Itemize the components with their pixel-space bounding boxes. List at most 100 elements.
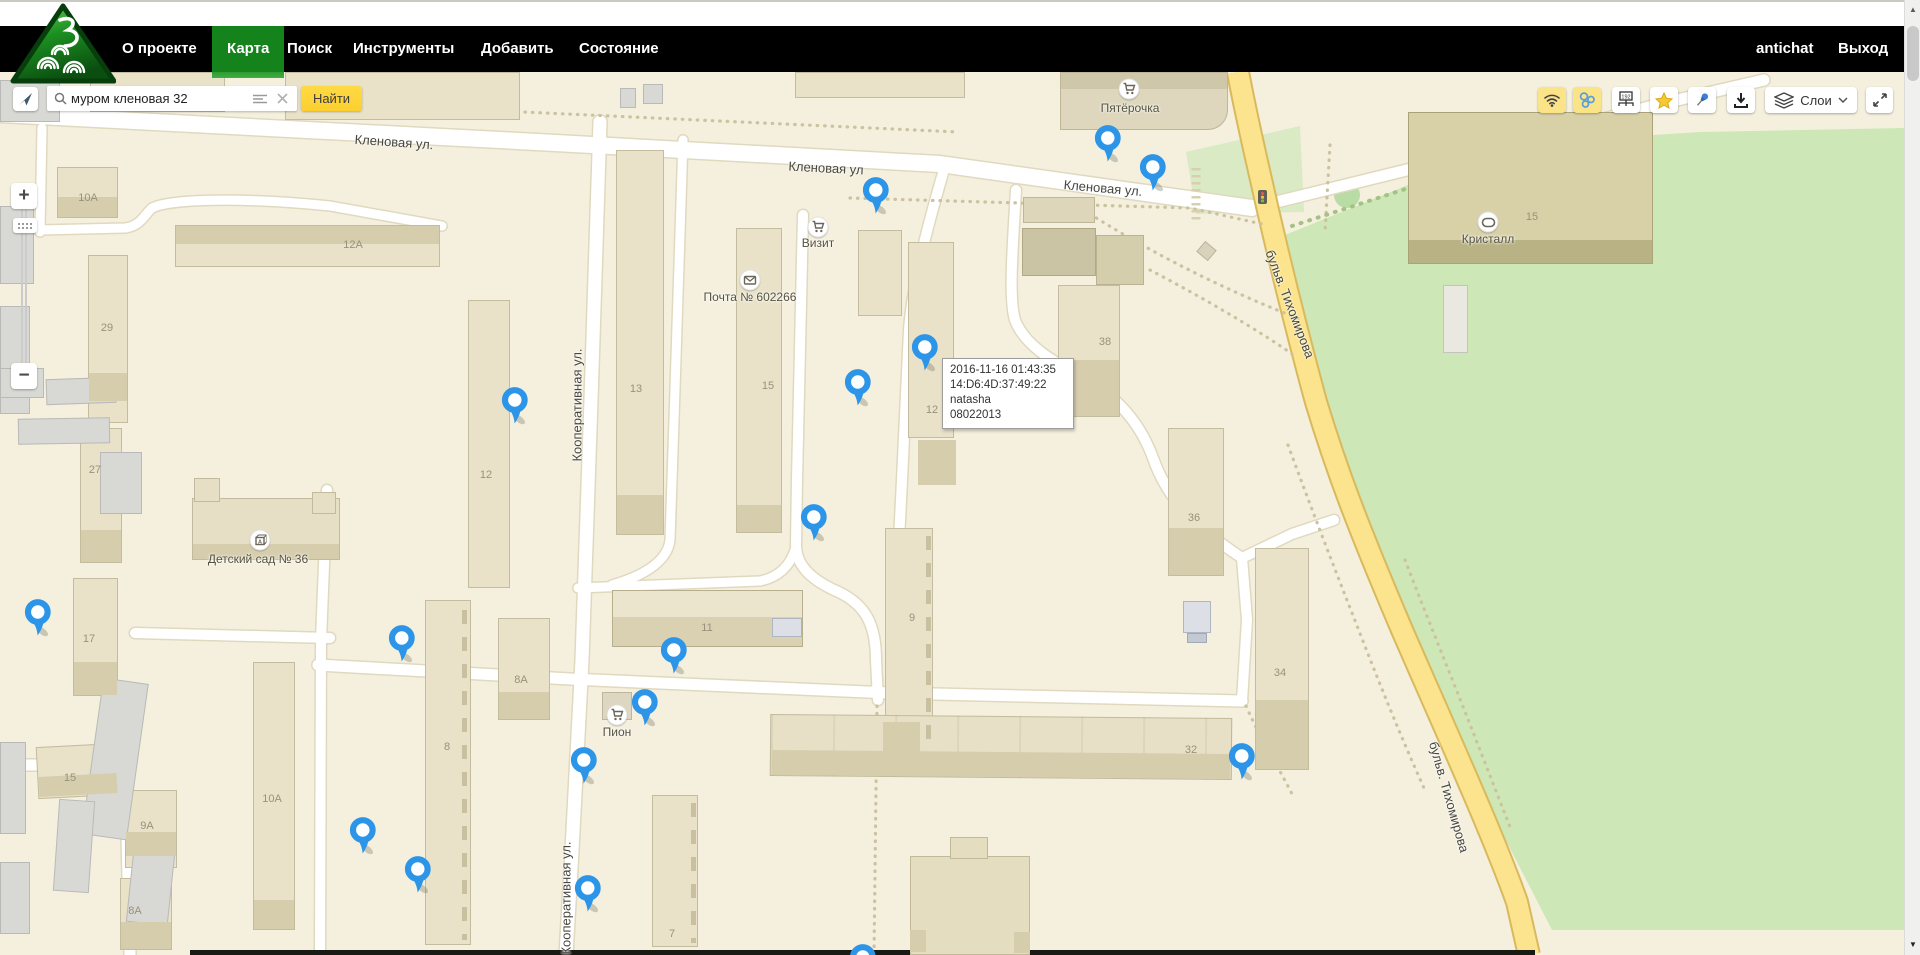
building: [0, 862, 30, 934]
nav-search[interactable]: Поиск: [287, 26, 332, 72]
map-pin-selected[interactable]: [910, 334, 940, 374]
locate-button[interactable]: [13, 87, 38, 111]
map-pin[interactable]: [1227, 743, 1257, 783]
zoom-in-button[interactable]: +: [11, 183, 37, 209]
navbar: О проекте Карта Поиск Инструменты Добави…: [0, 26, 1904, 72]
map-pin[interactable]: [573, 875, 603, 915]
map-pin[interactable]: [1093, 125, 1123, 165]
building-number: 32: [1171, 744, 1211, 756]
kindergarten-icon: А: [250, 530, 271, 551]
clear-search-icon[interactable]: [277, 93, 288, 104]
nav-logout[interactable]: Выход: [1838, 26, 1888, 72]
map-pin[interactable]: [630, 689, 660, 729]
map-pin[interactable]: [403, 856, 433, 896]
map-pin[interactable]: [23, 599, 53, 639]
poi-label: Визит: [802, 236, 834, 250]
circles-icon: [1578, 91, 1596, 109]
map-pin[interactable]: [659, 637, 689, 677]
layers-icon: [1774, 92, 1794, 109]
street-label: Кооперативная ул.: [559, 841, 574, 954]
download-button[interactable]: [1727, 87, 1755, 113]
map-canvas[interactable]: [0, 72, 1904, 955]
building-number: 12: [466, 469, 506, 481]
building-number: 8: [427, 741, 467, 753]
search-submit-button[interactable]: Найти: [301, 86, 362, 111]
tooltip-ssid: natasha: [950, 393, 1066, 408]
building: [0, 742, 26, 834]
building-number: 34: [1260, 667, 1300, 679]
nav-about[interactable]: О проекте: [122, 26, 197, 72]
scrollbar-thumb[interactable]: [1907, 26, 1919, 81]
map-pin[interactable]: [500, 387, 530, 427]
street-label: Кооперативная ул.: [570, 348, 585, 461]
clusters-layer-button[interactable]: [1573, 87, 1601, 113]
layers-label: Слои: [1800, 93, 1832, 108]
nav-add[interactable]: Добавить: [481, 26, 554, 72]
building-number: 13: [616, 383, 656, 395]
map-pin[interactable]: [387, 625, 417, 665]
post-office-icon: [740, 270, 761, 291]
building: [1023, 197, 1095, 223]
nav-username[interactable]: antichat: [1756, 26, 1814, 72]
scroll-down-icon[interactable]: ▼: [1905, 937, 1920, 953]
building: [950, 837, 988, 859]
building-number: 27: [75, 464, 115, 476]
star-icon: [1655, 92, 1673, 109]
site-logo[interactable]: [8, 2, 116, 86]
tooltip-bssid: 14:D6:4D:37:49:22: [950, 378, 1066, 393]
map-pin[interactable]: [861, 177, 891, 217]
map-pin[interactable]: [569, 747, 599, 787]
road-kooperativnaya: [566, 122, 600, 955]
pushpin-button[interactable]: [1688, 87, 1716, 113]
building-number: 15: [748, 380, 788, 392]
map-pin[interactable]: [843, 369, 873, 409]
nav-tools[interactable]: Инструменты: [353, 26, 454, 72]
network-tool-button[interactable]: 192: [1612, 87, 1640, 113]
page-scrollbar[interactable]: ▲ ▼: [1904, 0, 1920, 955]
building: [910, 856, 1030, 955]
zoom-slider-handle[interactable]: [13, 218, 37, 233]
building-number: 29: [87, 322, 127, 334]
pushpin-icon: [1693, 91, 1711, 109]
shop-icon: [808, 217, 829, 238]
layers-button[interactable]: Слои: [1765, 87, 1857, 113]
building-number: 9: [892, 612, 932, 624]
list-icon[interactable]: [253, 94, 267, 104]
building: [18, 417, 110, 445]
building: [1096, 235, 1144, 285]
chevron-down-icon: [1838, 97, 1848, 103]
building: [1022, 228, 1096, 276]
shop-icon: [1119, 79, 1140, 100]
map-pin[interactable]: [1138, 154, 1168, 194]
building-number: 10А: [252, 793, 292, 805]
building: [795, 72, 965, 98]
map-pin[interactable]: [799, 504, 829, 544]
building-number: 38: [1085, 336, 1125, 348]
nav-map[interactable]: Карта: [212, 26, 284, 72]
building-number: 15: [50, 772, 90, 784]
pin-tooltip: 2016-11-16 01:43:35 14:D6:4D:37:49:22 na…: [942, 358, 1074, 429]
poi-label: Пион: [603, 725, 632, 739]
zoom-out-button[interactable]: −: [11, 363, 37, 389]
search-box[interactable]: [47, 86, 297, 111]
scroll-up-icon[interactable]: ▲: [1905, 2, 1920, 18]
map-pin[interactable]: [348, 817, 378, 857]
building-number: 15: [1512, 211, 1552, 223]
download-icon: [1733, 92, 1749, 109]
wifi-layer-button[interactable]: [1538, 87, 1566, 113]
fullscreen-button[interactable]: [1866, 87, 1893, 113]
search-icon: [54, 92, 67, 105]
search-input[interactable]: [71, 86, 246, 111]
building-number: 36: [1174, 512, 1214, 524]
building-number: 8А: [115, 905, 155, 917]
stadium-icon: [1478, 212, 1499, 233]
building: [312, 492, 336, 514]
building-number: 12А: [333, 239, 373, 251]
nav-status[interactable]: Состояние: [579, 26, 659, 72]
building-number: 17: [69, 633, 109, 645]
favorites-button[interactable]: [1650, 87, 1678, 113]
page: Кленовая ул. Кленовая ул Кленовая ул. Ко…: [0, 0, 1920, 955]
building: [1443, 285, 1468, 353]
map-pin[interactable]: [848, 944, 878, 955]
building: [616, 150, 664, 535]
